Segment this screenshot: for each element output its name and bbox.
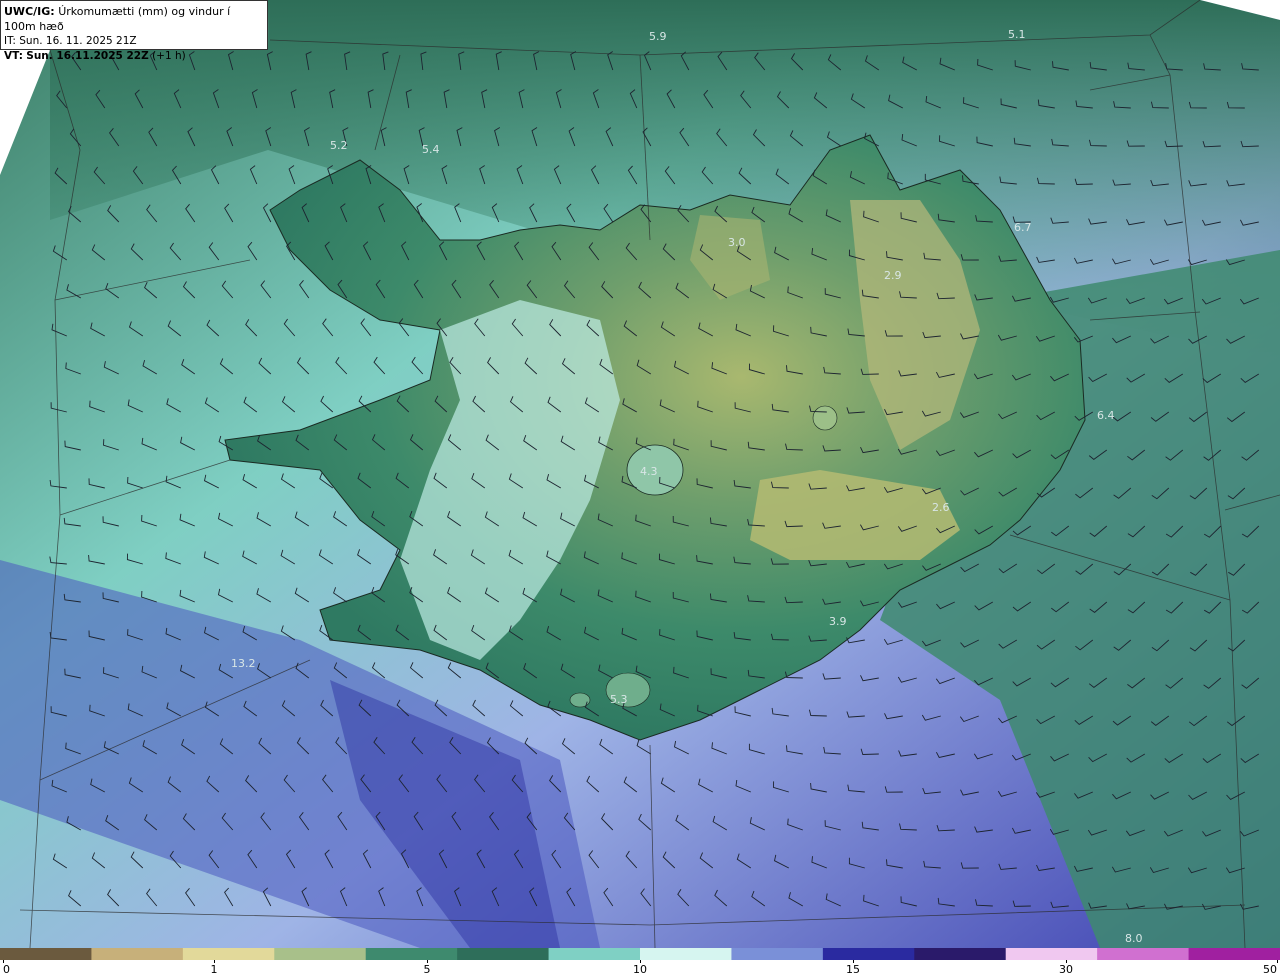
color-legend-ticks: 0 1 5 10 15 30 50: [0, 960, 1280, 978]
init-time: Sun. 16. 11. 2025 21Z: [19, 35, 137, 47]
legend-color-swatch: [1097, 948, 1190, 960]
glacier-eyjafjallajokull: [569, 692, 591, 708]
valid-time: Sun. 16.11.2025 22Z: [26, 50, 149, 62]
legend-color-swatch: [1005, 948, 1099, 960]
value-label: 6.7: [1014, 221, 1032, 234]
legend-tick-label: 1: [210, 963, 218, 976]
legend-color-swatch: [274, 948, 367, 960]
legend-tick-mark: [1277, 960, 1278, 963]
legend-tick-label: 15: [846, 963, 860, 976]
color-legend-bar: [0, 948, 1280, 960]
glacier-hofsjokull: [812, 405, 838, 431]
legend-color-swatch: [365, 948, 459, 960]
legend-tick-label: 0: [3, 963, 10, 976]
value-label: 2.6: [932, 501, 950, 514]
value-label: 3.0: [728, 236, 746, 249]
value-label: 5.1: [1008, 28, 1026, 41]
legend-color-swatch: [457, 948, 550, 960]
value-label: 4.3: [640, 465, 658, 478]
legend-color-swatch: [1188, 948, 1280, 960]
value-label: 8.0: [1125, 932, 1143, 945]
init-time-line: IT: Sun. 16. 11. 2025 21Z: [4, 34, 264, 49]
legend-color-swatch: [640, 948, 733, 960]
init-label: IT:: [4, 35, 16, 47]
valid-time-line: VT: Sun. 16.11.2025 22Z (+1 h): [4, 49, 264, 64]
map-title-box: UWC/IG: Úrkomumætti (mm) og vindur í 100…: [0, 0, 268, 62]
legend-color-swatch: [731, 948, 824, 960]
legend-tick-label: 30: [1059, 963, 1073, 976]
value-label: 5.3: [610, 693, 628, 706]
value-label: 5.9: [649, 30, 667, 43]
lead-time: (+1 h): [152, 50, 186, 62]
legend-color-swatch: [0, 948, 93, 960]
legend-color-swatch: [822, 948, 916, 960]
legend-color-swatch: [91, 948, 184, 960]
precipitation-map[interactable]: 5.9 5.1 5.2 5.4 3.0 2.9 6.7 6.4 4.3 2.6 …: [0, 0, 1280, 948]
valid-label: VT:: [4, 50, 23, 62]
value-label: 3.9: [829, 615, 847, 628]
legend-color-swatch: [914, 948, 1007, 960]
value-label: 5.4: [422, 143, 440, 156]
legend-tick-label: 5: [423, 963, 431, 976]
legend-tick-label: 10: [633, 963, 647, 976]
value-label: 6.4: [1097, 409, 1115, 422]
legend-tick-label: 50: [1263, 963, 1277, 976]
product-code: UWC/IG:: [4, 5, 55, 18]
value-label: 2.9: [884, 269, 902, 282]
legend-color-swatch: [182, 948, 276, 960]
legend-color-swatch: [548, 948, 641, 960]
title-line: UWC/IG: Úrkomumætti (mm) og vindur í 100…: [4, 4, 264, 34]
value-label: 5.2: [330, 139, 348, 152]
value-label: 13.2: [231, 657, 256, 670]
